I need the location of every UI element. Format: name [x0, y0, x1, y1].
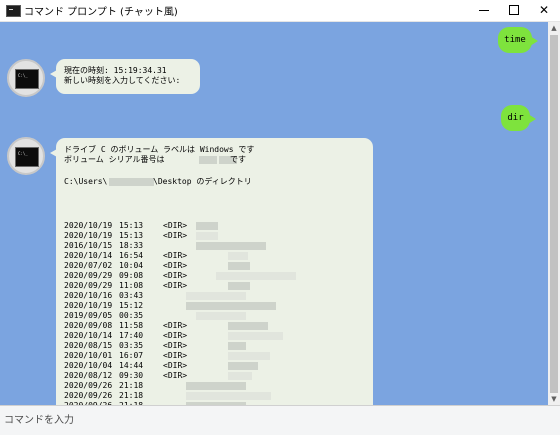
dir-entry-date: 2016/10/15: [64, 241, 113, 250]
redacted-filename: [228, 252, 248, 260]
command-bar: [0, 405, 560, 435]
dir-entry-date: 2020/10/14: [64, 331, 113, 340]
dir-entry-time: 21:18: [119, 391, 144, 400]
dir-entry-time: 14:44: [119, 361, 144, 370]
redacted-filename: [228, 322, 268, 330]
redacted-filename: [186, 382, 246, 390]
redacted-filename: [196, 222, 218, 230]
dir-entry-time: 16:54: [119, 251, 144, 260]
close-icon: ✕: [539, 3, 550, 17]
dir-entry-date: 2020/10/14: [64, 251, 113, 260]
dir-entry-type: <DIR>: [163, 231, 188, 240]
volume-label-line: ドライブ C のボリューム ラベルは Windows です: [64, 145, 255, 154]
directory-suffix: \Desktop のディレクトリ: [153, 177, 252, 186]
dir-entry-time: 17:40: [119, 331, 144, 340]
command-input[interactable]: [0, 406, 560, 435]
dir-entry-type: <DIR>: [163, 261, 188, 270]
terminal-icon: C:\_: [15, 147, 39, 167]
dir-entry-time: 15:13: [119, 231, 144, 240]
chat-area[interactable]: time C:\_ 現在の時刻: 15:19:34.31 新しい時刻を入力してく…: [0, 22, 548, 405]
dir-entry-type: <DIR>: [163, 271, 188, 280]
bot-avatar: C:\_: [7, 59, 45, 97]
dir-entry-type: <DIR>: [163, 361, 188, 370]
dir-entry-time: 03:35: [119, 341, 144, 350]
serial-number-line: ボリューム シリアル番号は: [64, 155, 165, 164]
scrollbar-thumb[interactable]: [550, 35, 558, 393]
bot-avatar: C:\_: [7, 137, 45, 175]
redacted-filename: [196, 312, 246, 320]
dir-entry-time: 09:30: [119, 371, 144, 380]
scroll-up-icon[interactable]: ▲: [548, 22, 560, 34]
dir-entry-time: 11:08: [119, 281, 144, 290]
dir-entry-date: 2020/10/19: [64, 231, 113, 240]
redacted-filename: [186, 292, 246, 300]
dir-entry-date: 2020/09/08: [64, 321, 113, 330]
redacted-filename: [228, 342, 246, 350]
dir-entry-date: 2020/09/26: [64, 391, 113, 400]
dir-entry-time: 21:18: [119, 381, 144, 390]
redacted-filename: [216, 272, 296, 280]
user-message-bubble: time: [498, 27, 538, 53]
redacted-block: [109, 178, 154, 186]
dir-entry-date: 2020/09/29: [64, 281, 113, 290]
bot-message-bubble: ドライブ C のボリューム ラベルは Windows です ボリューム シリアル…: [50, 138, 373, 405]
dir-entry-date: 2020/08/12: [64, 371, 113, 380]
redacted-filename: [228, 372, 252, 380]
redacted-filename: [228, 352, 270, 360]
dir-entry-time: 15:12: [119, 301, 144, 310]
dir-entry-date: 2019/09/05: [64, 311, 113, 320]
dir-entry-date: 2020/10/19: [64, 221, 113, 230]
close-button[interactable]: ✕: [530, 0, 558, 21]
redacted-filename: [196, 232, 218, 240]
terminal-icon: C:\_: [15, 69, 39, 89]
redacted-filename: [196, 242, 266, 250]
dir-entry-type: <DIR>: [163, 321, 188, 330]
redacted-filename: [228, 362, 258, 370]
dir-entry-type: <DIR>: [163, 331, 188, 340]
dir-entry-type: <DIR>: [163, 351, 188, 360]
dir-entry-date: 2020/10/01: [64, 351, 113, 360]
vertical-scrollbar[interactable]: ▲ ▼: [548, 22, 560, 405]
dir-entry-date: 2020/07/02: [64, 261, 113, 270]
time-prompt-line: 新しい時刻を入力してください:: [64, 76, 181, 85]
time-line: 現在の時刻: 15:19:34.31: [64, 66, 167, 75]
redacted-filename: [228, 282, 250, 290]
dir-entry-date: 2020/10/19: [64, 301, 113, 310]
dir-entry-time: 00:35: [119, 311, 144, 320]
dir-entry-type: <DIR>: [163, 371, 188, 380]
redacted-filename: [186, 392, 271, 400]
redacted-filename: [186, 302, 276, 310]
serial-suffix: です: [230, 155, 246, 164]
dir-entry-date: 2020/10/04: [64, 361, 113, 370]
dir-entry-date: 2020/09/29: [64, 271, 113, 280]
dir-entry-type: <DIR>: [163, 221, 188, 230]
dir-entry-time: 03:43: [119, 291, 144, 300]
dir-entry-date: 2020/08/15: [64, 341, 113, 350]
window-title: コマンド プロンプト (チャット風): [24, 7, 178, 18]
dir-entry-time: 10:04: [119, 261, 144, 270]
dir-entry-date: 2020/10/16: [64, 291, 113, 300]
directory-prefix: C:\Users\: [64, 177, 108, 186]
dir-entry-time: 15:13: [119, 221, 144, 230]
scroll-down-icon[interactable]: ▼: [548, 393, 560, 405]
dir-entry-type: <DIR>: [163, 281, 188, 290]
redacted-filename: [228, 262, 250, 270]
dir-entry-time: 09:08: [119, 271, 144, 280]
title-bar: コマンド プロンプト (チャット風) ✕: [0, 0, 560, 22]
dir-entry-type: <DIR>: [163, 341, 188, 350]
bot-message-bubble: 現在の時刻: 15:19:34.31 新しい時刻を入力してください:: [50, 59, 200, 94]
dir-entry-time: 16:07: [119, 351, 144, 360]
redacted-block: [199, 156, 217, 164]
dir-entry-date: 2020/09/26: [64, 381, 113, 390]
dir-entry-type: <DIR>: [163, 251, 188, 260]
maximize-button[interactable]: [500, 0, 528, 21]
minimize-button[interactable]: [470, 0, 498, 21]
redacted-filename: [228, 332, 283, 340]
cmd-icon: [6, 5, 21, 17]
user-message-bubble: dir: [501, 105, 536, 131]
dir-entry-time: 11:58: [119, 321, 144, 330]
dir-entry-time: 18:33: [119, 241, 144, 250]
